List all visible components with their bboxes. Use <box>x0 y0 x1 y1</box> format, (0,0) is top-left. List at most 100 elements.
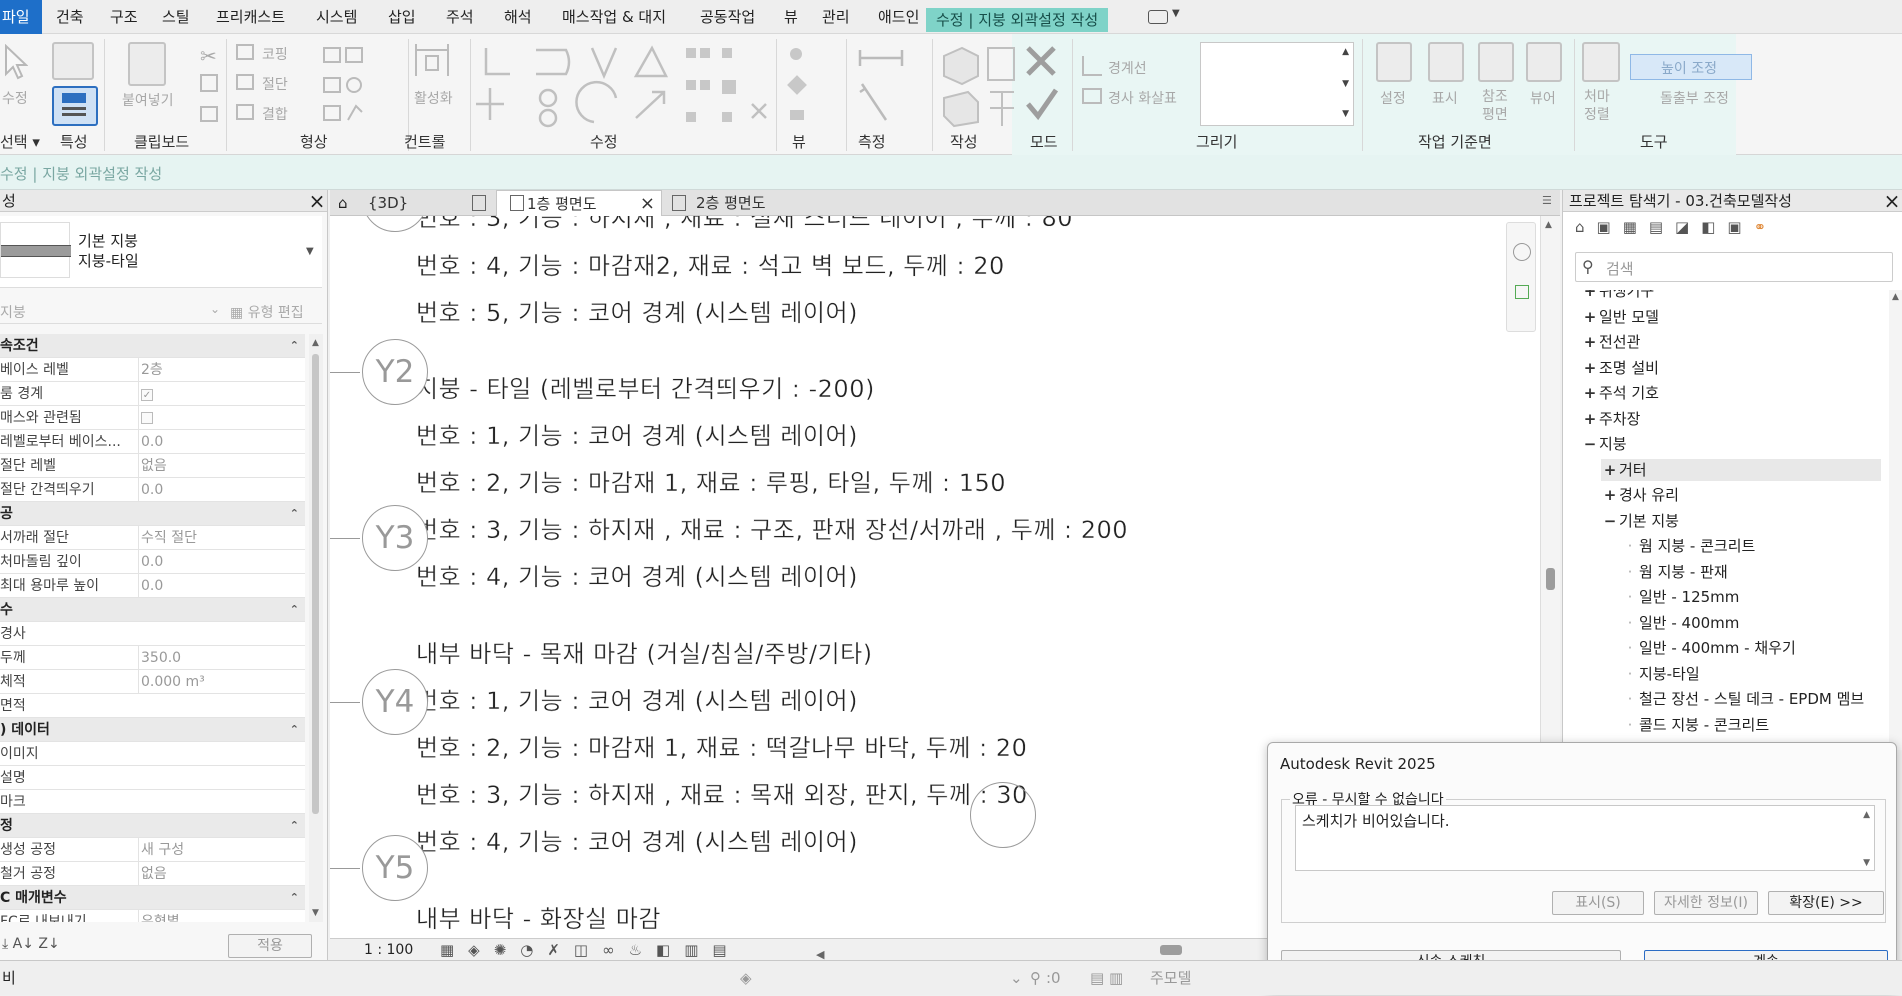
property-row[interactable]: 체적 0.000 m³ <box>0 670 305 694</box>
collapse-icon[interactable]: ⌃ <box>290 718 299 742</box>
menu-manage[interactable]: 관리 <box>812 0 860 34</box>
close-icon[interactable]: × <box>1881 190 1902 212</box>
browser-toolbar-icons[interactable]: ⌂▣▦▤◪◧▣⚭ <box>1575 218 1778 236</box>
cut-scissors-icon[interactable]: ✂ <box>200 44 217 68</box>
property-value[interactable]: 유형별 <box>138 910 303 922</box>
property-row[interactable]: 이미지 <box>0 742 305 766</box>
drawing-text-note[interactable]: 내부 바닥 - 화장실 마감 <box>416 899 661 934</box>
grid-bubble[interactable]: Y3 <box>362 505 428 571</box>
property-row[interactable]: 철거 공정 없음 <box>0 862 305 886</box>
expand-icon[interactable]: + <box>1581 382 1599 404</box>
cope-icon[interactable] <box>236 44 254 60</box>
property-value[interactable]: 0.0 <box>138 478 303 502</box>
temporary-bubble[interactable] <box>970 782 1036 848</box>
property-row[interactable]: 절단 간격띄우기 0.0 <box>0 478 305 502</box>
tree-item[interactable]: · 일반 - 400mm <box>1621 612 1740 634</box>
modify-tools-icons[interactable] <box>476 42 806 132</box>
join-label[interactable]: 결합 <box>262 104 288 124</box>
drawing-text-note[interactable]: 번호 : 3, 기능 : 하지재 , 재료 : 목재 외장, 판지, 두께 : … <box>416 775 1028 810</box>
match-type-icon[interactable] <box>200 106 218 122</box>
menu-context-tab[interactable]: 수정 | 지붕 외곽설정 작성 <box>926 8 1109 32</box>
property-group[interactable]: C 매개변수 ⌃ <box>0 886 305 910</box>
chevron-down-icon[interactable]: ▼ <box>1172 8 1180 19</box>
expand-icon[interactable]: + <box>1581 306 1599 328</box>
panel-select[interactable]: 선택 ▾ <box>0 131 40 152</box>
property-value[interactable]: 없음 <box>138 862 303 886</box>
height-adjust-button[interactable]: 높이 조정 <box>1630 54 1752 80</box>
design-option-icons[interactable]: ▤ ▥ <box>1090 961 1123 996</box>
paste-icon[interactable] <box>128 42 166 86</box>
navigation-bar[interactable] <box>1506 222 1536 332</box>
property-row[interactable]: 면적 <box>0 694 305 718</box>
chevron-down-icon[interactable]: ▼ <box>306 246 314 257</box>
tree-leaf-icon[interactable]: · <box>1621 688 1639 710</box>
property-row[interactable]: 절단 레벨 없음 <box>0 454 305 478</box>
property-group[interactable]: 공 ⌃ <box>0 502 305 526</box>
view-tools-icons[interactable] <box>786 44 826 124</box>
expand-icon[interactable]: + <box>1581 331 1599 353</box>
drawing-text-note[interactable]: 번호 : 3, 기능 : 하지재 , 재료 : 철재 스터드 레이어 , 두께 … <box>416 216 1073 233</box>
drawing-text-note[interactable]: 번호 : 1, 기능 : 코어 경계 (시스템 레이어) <box>416 416 858 451</box>
drawing-text-note[interactable]: 번호 : 2, 기능 : 마감재 1, 재료 : 루핑, 타일, 두께 : 15… <box>416 463 1006 498</box>
property-row[interactable]: 설명 <box>0 766 305 790</box>
drawing-text-note[interactable]: 번호 : 1, 기능 : 코어 경계 (시스템 레이어) <box>416 681 858 716</box>
menu-analyze[interactable]: 해석 <box>494 0 542 34</box>
more-info-button[interactable]: 자세한 정보(I) <box>1654 891 1758 915</box>
type-properties-icon[interactable] <box>52 42 94 80</box>
tree-item[interactable]: + 거터 <box>1601 458 1881 481</box>
property-row[interactable]: 최대 용마루 높이 0.0 <box>0 574 305 598</box>
sort-icons[interactable]: ⤓ A↓ Z↓ <box>2 936 60 952</box>
close-icon[interactable]: × <box>306 190 328 212</box>
grid-line[interactable] <box>330 538 360 539</box>
cut-geometry-icon[interactable] <box>236 74 254 90</box>
boundary-line-icon[interactable] <box>1082 56 1102 76</box>
expand-icon[interactable]: + <box>1601 459 1619 481</box>
selection-count-icon[interactable]: ⚲ <box>1030 961 1041 996</box>
drawing-text-note[interactable]: 번호 : 4, 기능 : 마감재2, 재료 : 석고 벽 보드, 두께 : 20 <box>416 246 1005 281</box>
collapse-icon[interactable]: ⌃ <box>290 598 299 622</box>
modify-cursor-icon[interactable] <box>2 43 29 80</box>
checkbox[interactable]: ✓ <box>141 389 153 401</box>
property-row[interactable]: FC로 내보내기 유형별 <box>0 910 305 922</box>
slope-arrow-icon[interactable] <box>1082 88 1102 104</box>
drawing-text-note[interactable]: 번호 : 2, 기능 : 마감재 1, 재료 : 떡갈나무 바닥, 두께 : 2… <box>416 728 1027 763</box>
grid-line[interactable] <box>330 868 360 869</box>
set-workplane-icon[interactable] <box>1376 42 1412 82</box>
property-value[interactable]: 새 구성 <box>138 838 303 862</box>
drawing-text-note[interactable]: 번호 : 3, 기능 : 하지재 , 재료 : 구조, 판재 장선/서까래 , … <box>416 510 1128 545</box>
steering-wheel-icon[interactable] <box>1513 243 1531 261</box>
tree-leaf-icon[interactable]: · <box>1621 637 1639 659</box>
tree-item[interactable]: − 기본 지붕 <box>1601 510 1679 532</box>
finish-cancel-icons[interactable] <box>1022 42 1062 126</box>
chevron-down-icon[interactable]: ⌄ <box>1010 961 1023 996</box>
drawing-text-note[interactable]: 번호 : 4, 기능 : 코어 경계 (시스템 레이어) <box>416 557 858 592</box>
collapse-icon[interactable]: − <box>1581 433 1599 455</box>
hscroll-thumb[interactable] <box>1160 945 1182 955</box>
draw-shape-gallery[interactable]: ▲ ▼ ▼ <box>1200 42 1354 126</box>
property-row[interactable]: 매스와 관련됨 <box>0 406 305 432</box>
viewer-icon[interactable] <box>1526 42 1562 82</box>
collapse-icon[interactable]: − <box>1601 510 1619 532</box>
menu-addins[interactable]: 애드인 <box>868 0 929 34</box>
property-group[interactable]: ) 데이터 ⌃ <box>0 718 305 742</box>
zoom-icon[interactable] <box>1515 285 1529 299</box>
menu-insert[interactable]: 삽입 <box>378 0 426 34</box>
property-value[interactable]: 0.0 <box>138 574 303 598</box>
property-row[interactable]: 베이스 레벨 2층 <box>0 358 305 382</box>
tree-item[interactable]: + 주석 기호 <box>1581 382 1659 404</box>
type-selector[interactable]: 기본 지붕 지붕-타일 ▼ <box>0 216 322 288</box>
activate-dimensions-icon[interactable] <box>412 42 452 82</box>
tree-item[interactable]: · 콜드 지붕 - 콘크리트 <box>1621 714 1770 736</box>
tree-item[interactable]: · 일반 - 400mm - 채우기 <box>1621 637 1796 659</box>
property-value[interactable]: 0.0 <box>138 550 303 574</box>
show-workplane-icon[interactable] <box>1428 42 1464 82</box>
property-row[interactable]: 처마돌림 깊이 0.0 <box>0 550 305 574</box>
tree-leaf-icon[interactable]: · <box>1621 535 1639 557</box>
drawing-text-note[interactable]: 지붕 - 타일 (레벨로부터 간격띄우기 : -200) <box>416 369 875 404</box>
edit-type-button[interactable]: ▦ 유형 편집 <box>230 302 304 322</box>
close-icon[interactable]: × <box>640 191 655 217</box>
grid-line[interactable] <box>330 372 360 373</box>
property-row[interactable]: 마크 <box>0 790 305 814</box>
tree-item[interactable]: + 조명 설비 <box>1581 357 1659 379</box>
checkbox[interactable] <box>141 412 153 424</box>
